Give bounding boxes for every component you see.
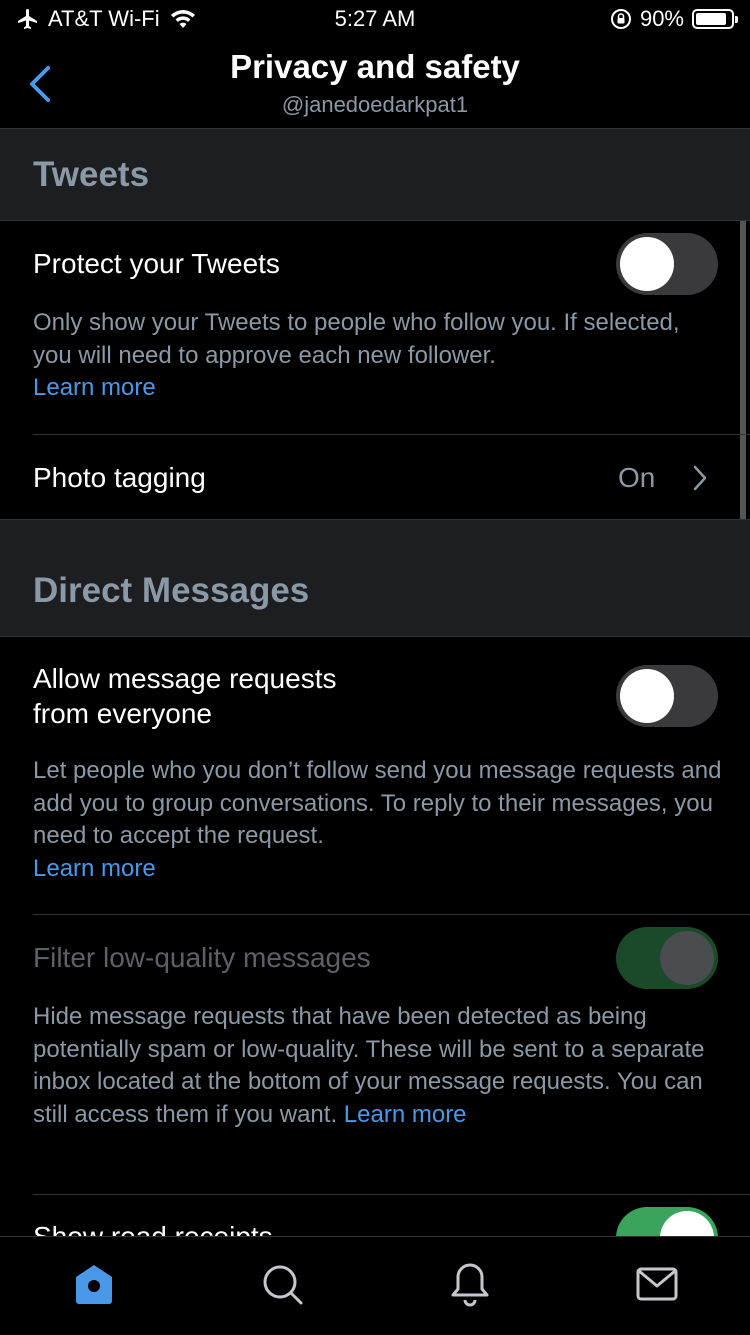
photo-tagging-label[interactable]: Photo tagging bbox=[33, 460, 206, 495]
allow-requests-description: Let people who you don’t follow send you… bbox=[33, 757, 722, 882]
chevron-right-icon[interactable] bbox=[690, 463, 710, 493]
section-header-dm: Direct Messages bbox=[0, 519, 750, 637]
filter-low-quality-toggle[interactable] bbox=[616, 927, 718, 989]
home-icon[interactable] bbox=[69, 1259, 119, 1309]
learn-more-link[interactable]: Learn more bbox=[33, 855, 156, 882]
messages-icon[interactable] bbox=[632, 1259, 682, 1309]
allow-requests-label: Allow message requests from everyone bbox=[33, 663, 337, 729]
protect-tweets-description: Only show your Tweets to people who foll… bbox=[33, 309, 680, 401]
search-icon[interactable] bbox=[257, 1259, 307, 1309]
battery-icon bbox=[692, 9, 738, 29]
tab-bar bbox=[0, 1236, 750, 1335]
status-bar: AT&T Wi-Fi 5:27 AM 90% bbox=[0, 0, 750, 40]
section-title-dm: Direct Messages bbox=[33, 571, 310, 610]
section-header-tweets: Tweets bbox=[0, 129, 750, 221]
allow-requests-toggle[interactable] bbox=[616, 665, 718, 727]
section-title-tweets: Tweets bbox=[33, 155, 150, 194]
filter-low-quality-description: Hide message requests that have been det… bbox=[33, 1003, 705, 1128]
photo-tagging-value: On bbox=[618, 462, 656, 493]
status-right: 90% bbox=[610, 6, 738, 32]
divider bbox=[33, 914, 750, 915]
orientation-lock-icon bbox=[610, 9, 631, 29]
filter-low-quality-label: Filter low-quality messages bbox=[33, 942, 371, 973]
page-title: Privacy and safety bbox=[230, 48, 520, 85]
learn-more-link[interactable]: Learn more bbox=[33, 374, 156, 401]
learn-more-link[interactable]: Learn more bbox=[344, 1101, 467, 1128]
battery-percent: 90% bbox=[639, 6, 684, 31]
nav-header: Privacy and safety @janedoedarkpat1 bbox=[0, 40, 750, 129]
divider bbox=[33, 1194, 750, 1195]
protect-tweets-label: Protect your Tweets bbox=[33, 248, 280, 279]
notifications-icon[interactable] bbox=[445, 1259, 495, 1309]
protect-tweets-toggle[interactable] bbox=[616, 233, 718, 295]
divider bbox=[33, 434, 750, 435]
page-subtitle: @janedoedarkpat1 bbox=[281, 92, 469, 117]
